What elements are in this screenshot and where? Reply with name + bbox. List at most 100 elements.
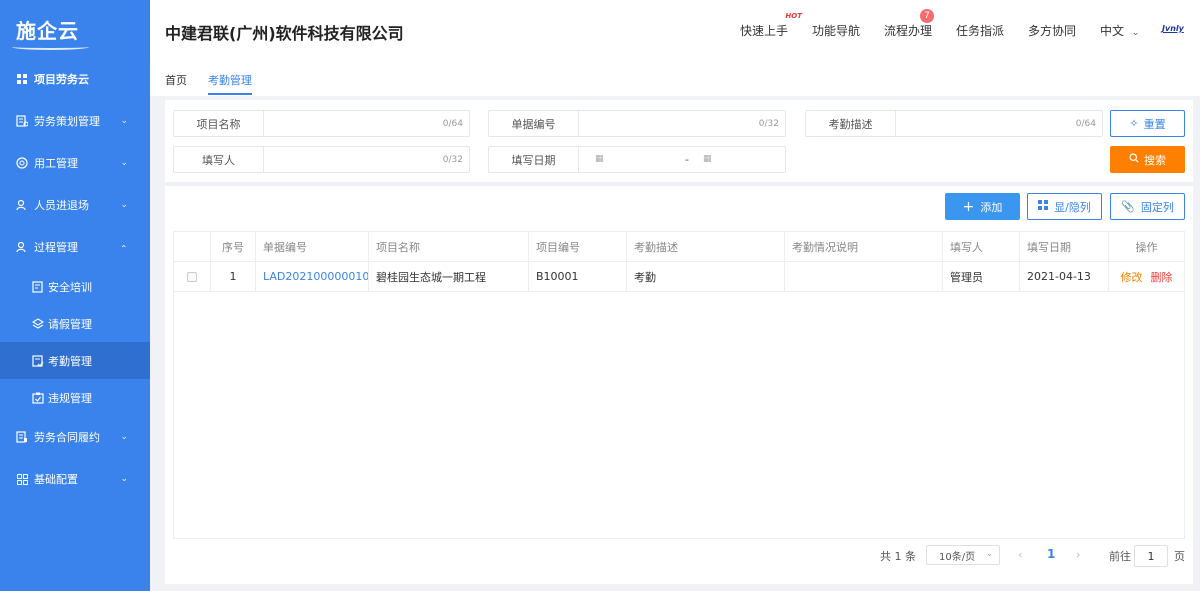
fix-columns-button[interactable]: 📎 固定列	[1110, 193, 1185, 220]
chevron-down-icon: ⌄	[120, 116, 128, 126]
logo[interactable]: 施企云	[0, 0, 150, 58]
cell-date: 2021-04-13	[1020, 262, 1109, 291]
filler-input[interactable]: 0/32	[264, 147, 469, 172]
nav-process-handling[interactable]: 流程办理 7	[884, 9, 934, 39]
toggle-columns-label: 显/隐列	[1054, 200, 1091, 214]
project-name-input[interactable]: 0/64	[264, 111, 469, 136]
reset-button[interactable]: ✧ 重置	[1110, 110, 1185, 137]
search-button[interactable]: 搜索	[1110, 146, 1185, 173]
tab-attendance[interactable]: 考勤管理	[208, 72, 252, 95]
sidebar-item-labor-planning[interactable]: 劳务策划管理 ⌄	[0, 100, 150, 142]
cell-remark	[785, 262, 943, 291]
nav-label: 功能导航	[812, 24, 861, 38]
date-range-input[interactable]: ▦ - ▦	[579, 147, 785, 172]
table-header: 序号 单据编号 项目名称 项目编号 考勤描述 考勤情况说明 填写人 填写日期 操…	[174, 232, 1184, 262]
doc-no-input[interactable]: 0/32	[579, 111, 785, 136]
cell-index: 1	[211, 262, 256, 291]
config-grid-icon	[16, 473, 28, 485]
chevron-down-icon: ⌄	[120, 432, 128, 442]
nav-multi-collab[interactable]: 多方协同	[1028, 22, 1076, 39]
doc-no-link[interactable]: LAD202100000010	[263, 270, 368, 283]
current-page[interactable]: 1	[1047, 547, 1055, 561]
sidebar-subitem-safety-training[interactable]: 安全培训	[0, 268, 150, 305]
sidebar-item-process-management[interactable]: 过程管理 ⌄	[0, 226, 150, 268]
reset-label: 重置	[1143, 117, 1166, 131]
next-page-button[interactable]: ›	[1076, 548, 1080, 561]
sidebar-item-labor-contract[interactable]: 劳务合同履约 ⌄	[0, 416, 150, 458]
calendar-icon: ▦	[595, 154, 604, 164]
header-checkbox-cell	[174, 232, 211, 261]
sidebar-item-project-labor-cloud[interactable]: 项目劳务云	[0, 58, 150, 100]
sidebar-subitem-label: 安全培训	[48, 280, 92, 294]
sidebar-item-personnel-entry-exit[interactable]: 人员进退场 ⌄	[0, 184, 150, 226]
field-label: 填写人	[174, 147, 264, 172]
column-header: 序号	[211, 232, 256, 261]
calendar-icon: ▦	[703, 154, 712, 164]
paperclip-icon: 📎	[1121, 200, 1135, 213]
chevron-down-icon: ⌄	[120, 474, 128, 484]
search-icon	[1129, 153, 1139, 166]
field-label: 考勤描述	[806, 111, 896, 136]
nav-function-guide[interactable]: 功能导航	[812, 22, 860, 39]
table-panel: + 添加 显/隐列 📎 固定列 序号 单据编号 项目名称 项目编号 考勤描述 考…	[165, 186, 1193, 584]
attendance-icon	[32, 354, 44, 367]
page-size-select[interactable]: 10条/页 ⌄	[926, 545, 1000, 565]
tab-home[interactable]: 首页	[165, 72, 187, 88]
fill-date-field: 填写日期 ▦ - ▦	[488, 146, 786, 173]
notification-badge: 7	[920, 9, 934, 23]
nav-label: 快速上手	[740, 24, 789, 38]
goto-page-input[interactable]	[1134, 545, 1168, 567]
doc-no-field: 单据编号 0/32	[488, 110, 786, 137]
column-header: 考勤描述	[627, 232, 785, 261]
filler-field: 填写人 0/32	[173, 146, 470, 173]
sidebar-item-employment[interactable]: 用工管理 ⌄	[0, 142, 150, 184]
nav-label: 任务指派	[956, 24, 1005, 38]
sidebar-subitem-violation-management[interactable]: 违规管理	[0, 379, 150, 416]
language-select[interactable]: 中文 ⌄	[1100, 22, 1139, 39]
sidebar-item-label: 劳务策划管理	[34, 115, 100, 128]
attendance-desc-input[interactable]: 0/64	[896, 111, 1102, 136]
char-counter: 0/32	[442, 155, 463, 165]
add-button[interactable]: + 添加	[945, 193, 1020, 220]
sidebar-item-label: 基础配置	[34, 473, 78, 486]
reset-icon: ✧	[1129, 117, 1139, 130]
delete-link[interactable]: 删除	[1151, 269, 1173, 285]
field-label: 项目名称	[174, 111, 264, 136]
grid-icon	[16, 73, 28, 85]
sidebar-subitem-attendance-management[interactable]: 考勤管理	[0, 342, 150, 379]
sidebar-subitem-label: 考勤管理	[48, 354, 92, 368]
chevron-down-icon: ⌄	[1131, 28, 1140, 38]
column-header: 项目编号	[529, 232, 627, 261]
breadcrumb: 首页 考勤管理	[150, 58, 1200, 96]
page-unit-label: 页	[1174, 550, 1185, 563]
edit-link[interactable]: 修改	[1121, 269, 1143, 285]
project-name-field: 项目名称 0/64	[173, 110, 470, 137]
person-process-icon	[16, 241, 28, 253]
table-row[interactable]: 1 LAD202100000010 碧桂园生态城一期工程 B10001 考勤 管…	[174, 262, 1184, 292]
clipboard-check-icon	[32, 392, 44, 404]
column-header: 考勤情况说明	[785, 232, 943, 261]
filter-panel: 项目名称 0/64 单据编号 0/32 考勤描述 0/64 填写人 0/32 填…	[165, 100, 1193, 182]
sidebar-item-label: 过程管理	[34, 241, 78, 254]
grid-icon	[1038, 200, 1049, 213]
goto-label: 前往	[1109, 550, 1131, 563]
sidebar-subitem-label: 违规管理	[48, 391, 92, 405]
cell-filler: 管理员	[943, 262, 1020, 291]
char-counter: 0/64	[1075, 119, 1096, 129]
char-counter: 0/64	[442, 119, 463, 129]
sidebar-item-label: 劳务合同履约	[34, 431, 100, 444]
nav-task-assign[interactable]: 任务指派	[956, 22, 1004, 39]
column-header: 操作	[1135, 240, 1158, 254]
layers-icon	[32, 317, 44, 330]
row-checkbox[interactable]	[187, 271, 197, 282]
nav-quick-start[interactable]: 快速上手 HOT	[740, 12, 802, 39]
prev-page-button[interactable]: ‹	[1018, 548, 1022, 561]
toggle-columns-button[interactable]: 显/隐列	[1027, 193, 1102, 220]
row-checkbox-cell	[174, 262, 211, 291]
top-header: 中建君联(广州)软件科技有限公司 快速上手 HOT 功能导航 流程办理 7 任务…	[150, 0, 1200, 58]
cell-actions: 修改 删除	[1109, 262, 1184, 291]
sidebar-subitem-leave-management[interactable]: 请假管理	[0, 305, 150, 342]
page-size-value: 10条/页	[939, 551, 976, 563]
sidebar-item-basic-config[interactable]: 基础配置 ⌄	[0, 458, 150, 500]
sidebar-subitem-label: 请假管理	[48, 317, 92, 331]
